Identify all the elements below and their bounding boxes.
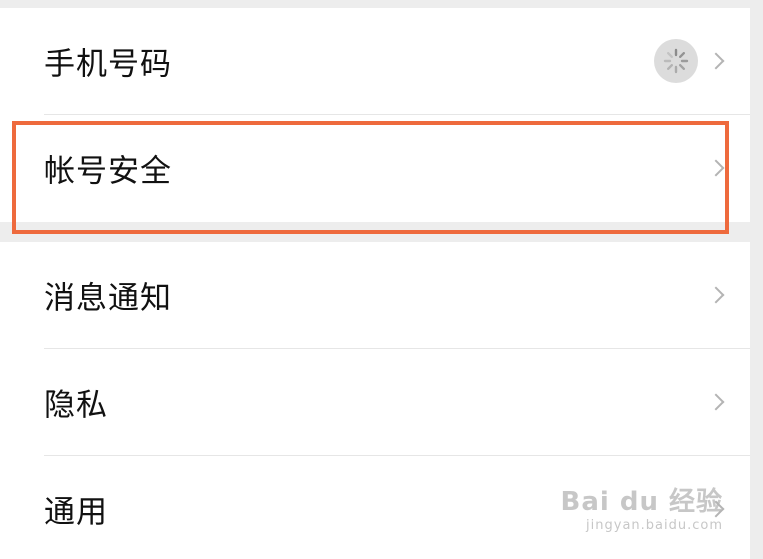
loading-spinner-icon xyxy=(654,39,698,83)
watermark-sub-text: jingyan.baidu.com xyxy=(586,518,723,533)
watermark-main-text: Bai du 经验 xyxy=(560,487,723,517)
setting-label-phone-number: 手机号码 xyxy=(44,46,172,83)
setting-row-phone-number[interactable]: 手机号码 xyxy=(0,8,750,114)
settings-screen: 手机号码 帐号安全 消息通知 隐私 通用 Bai du 经验 jingyan.b… xyxy=(0,0,763,559)
setting-label-account-security: 帐号安全 xyxy=(44,153,172,190)
baidu-jingyan-watermark: Bai du 经验 jingyan.baidu.com xyxy=(561,481,724,533)
setting-row-account-security[interactable]: 帐号安全 xyxy=(0,115,750,221)
setting-label-general: 通用 xyxy=(44,494,108,531)
chevron-right-icon xyxy=(707,159,725,177)
setting-label-privacy: 隐私 xyxy=(44,387,108,424)
chevron-right-icon xyxy=(707,286,725,304)
account-settings-card: 手机号码 帐号安全 xyxy=(0,8,750,222)
chevron-right-icon xyxy=(707,52,725,70)
chevron-right-icon xyxy=(707,393,725,411)
spinner-icon xyxy=(663,48,689,74)
setting-row-notifications[interactable]: 消息通知 xyxy=(0,242,750,348)
setting-label-notifications: 消息通知 xyxy=(44,280,172,317)
setting-row-privacy[interactable]: 隐私 xyxy=(0,349,750,455)
